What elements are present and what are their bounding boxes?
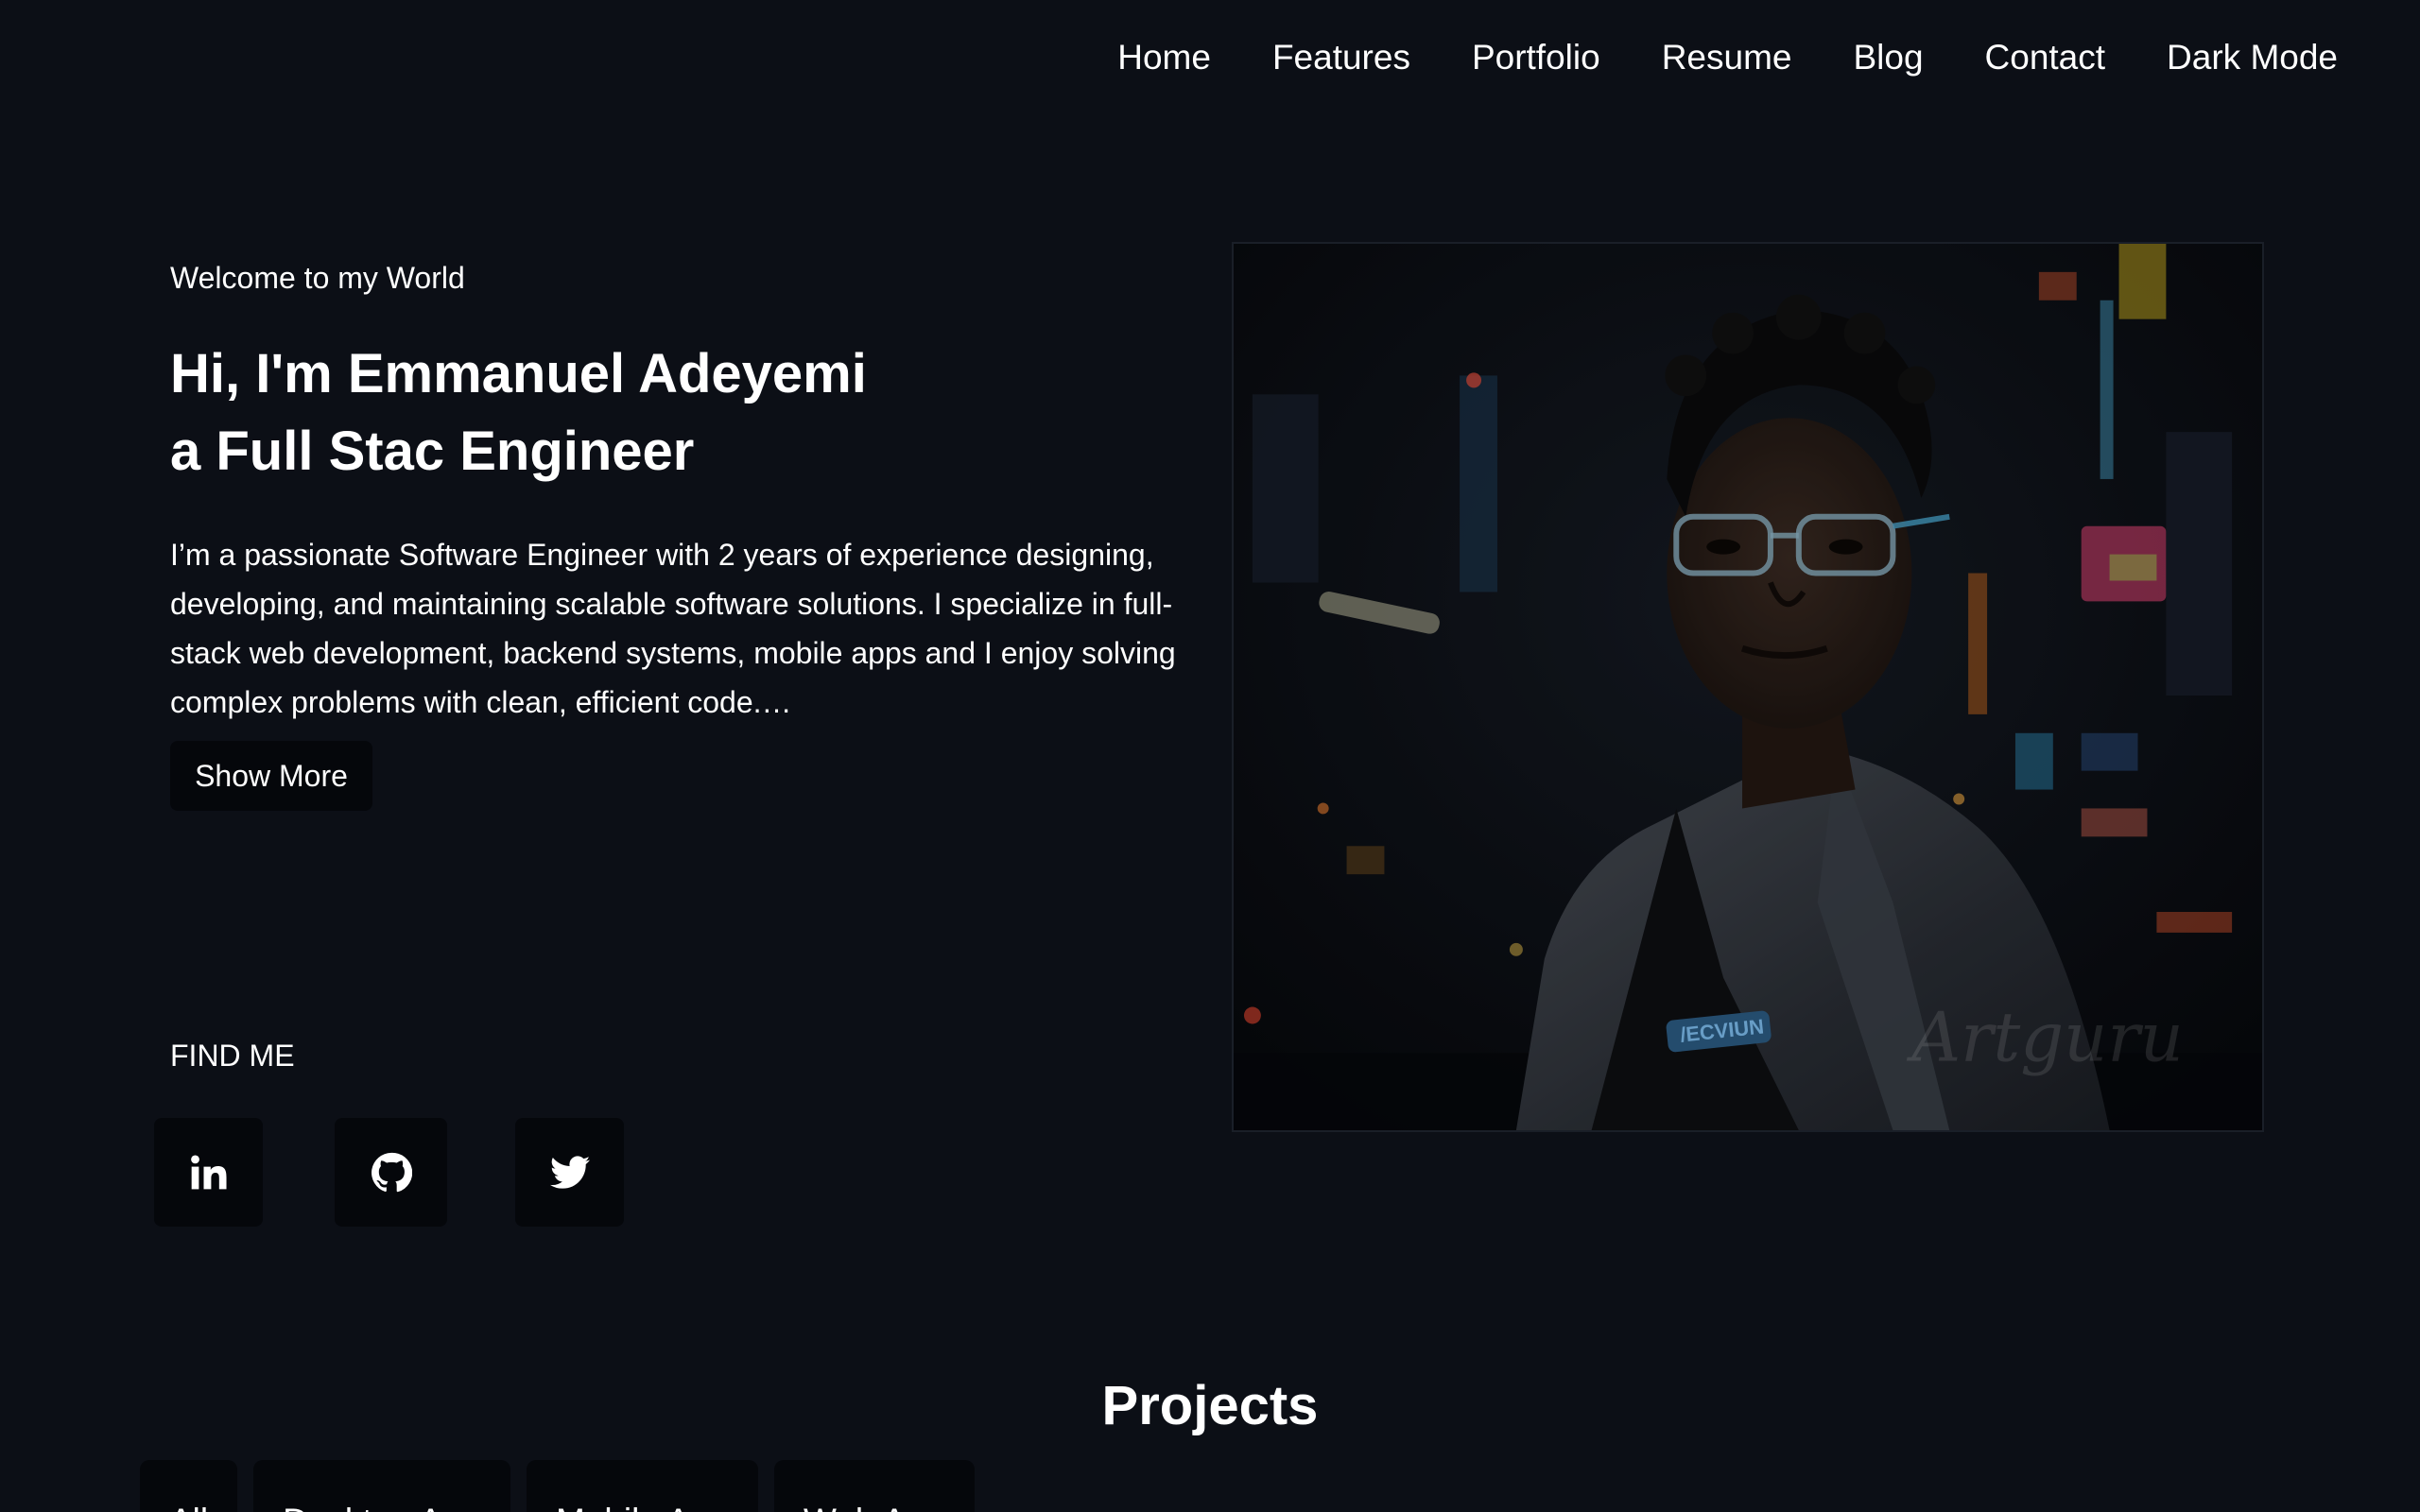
linkedin-link[interactable]	[154, 1118, 263, 1227]
top-nav: Home Features Portfolio Resume Blog Cont…	[1117, 32, 2338, 83]
dark-mode-toggle[interactable]: Dark Mode	[2167, 32, 2338, 83]
nav-blog-link[interactable]: Blog	[1853, 32, 1923, 83]
filter-desktop-app-button[interactable]: Desktop App	[253, 1460, 510, 1512]
github-icon	[371, 1152, 412, 1192]
nav-features-link[interactable]: Features	[1272, 32, 1410, 83]
filter-all-button[interactable]: All	[140, 1460, 238, 1512]
hero-headline: Hi, I'm Emmanuel Adeyemi a Full Stac Eng…	[170, 335, 867, 490]
headline-line-2: a Full Stac Engineer	[170, 421, 695, 482]
portrait-illustration: /ECVIUN Artguru	[1234, 244, 2262, 1130]
welcome-text: Welcome to my World	[170, 261, 465, 295]
headline-line-1: Hi, I'm Emmanuel Adeyemi	[170, 343, 867, 404]
page: Home Features Portfolio Resume Blog Cont…	[0, 0, 2420, 1512]
bio-text: I’m a passionate Software Engineer with …	[170, 538, 1176, 719]
twitter-icon	[549, 1155, 590, 1189]
linkedin-icon	[190, 1154, 227, 1189]
show-more-button[interactable]: Show More	[170, 741, 372, 811]
projects-heading: Projects	[1101, 1375, 1319, 1436]
profile-portrait: /ECVIUN Artguru	[1232, 242, 2264, 1132]
nav-home-link[interactable]: Home	[1117, 32, 1211, 83]
nav-contact-link[interactable]: Contact	[1985, 32, 2106, 83]
project-filter-tabs: All Desktop App Mobile App Web App	[140, 1460, 975, 1512]
find-me-heading: FIND ME	[170, 1039, 295, 1073]
twitter-link[interactable]	[515, 1118, 624, 1227]
nav-portfolio-link[interactable]: Portfolio	[1472, 32, 1600, 83]
nav-resume-link[interactable]: Resume	[1662, 32, 1792, 83]
github-link[interactable]	[335, 1118, 447, 1227]
filter-mobile-app-button[interactable]: Mobile App	[526, 1460, 759, 1512]
filter-web-app-button[interactable]: Web App	[774, 1460, 975, 1512]
